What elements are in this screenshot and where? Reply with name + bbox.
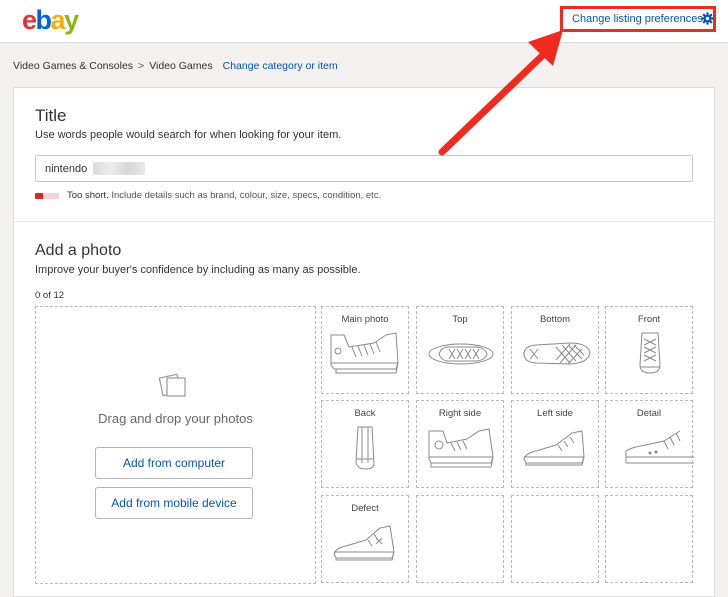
photo-description: Improve your buyer's confidence by inclu… — [35, 264, 361, 276]
breadcrumb-separator: > — [138, 60, 145, 72]
photo-slot-empty[interactable] — [416, 495, 504, 583]
ebay-logo[interactable]: ebay — [22, 5, 79, 35]
photo-slot-detail[interactable]: Detail — [605, 400, 694, 488]
breadcrumb: Video Games & Consoles > Video Games Change… — [13, 59, 338, 73]
sneaker-right-side-icon — [428, 428, 494, 468]
photo-heading: Add a photo — [35, 242, 122, 259]
breadcrumb-item-video-games-consoles[interactable]: Video Games & Consoles — [13, 60, 133, 72]
photo-slot-top[interactable]: Top — [416, 306, 504, 394]
change-category-link[interactable]: Change category or item — [223, 60, 338, 72]
photo-slot-empty[interactable] — [605, 495, 693, 583]
sneaker-left-side-icon — [523, 430, 585, 466]
sneaker-sole-icon — [523, 342, 591, 365]
title-heading: Title — [35, 106, 67, 125]
title-strength-meter-fill — [35, 193, 43, 199]
breadcrumb-item-video-games[interactable]: Video Games — [149, 60, 212, 72]
sneaker-front-icon — [639, 332, 661, 374]
photo-slot-right-side[interactable]: Right side — [416, 400, 504, 488]
photo-slot-bottom[interactable]: Bottom — [511, 306, 599, 394]
photo-slot-front[interactable]: Front — [605, 306, 693, 394]
title-strength-status: Too short. — [67, 190, 109, 201]
title-strength-message: Too short. Include details such as brand… — [67, 190, 381, 202]
photo-slot-left-side[interactable]: Left side — [511, 400, 599, 488]
title-description: Use words people would search for when l… — [35, 129, 342, 141]
sneaker-detail-icon — [625, 430, 694, 464]
photo-slot-main[interactable]: Main photo — [321, 306, 409, 394]
sneaker-side-icon — [330, 332, 399, 374]
add-from-mobile-button[interactable]: Add from mobile device — [95, 487, 253, 519]
title-strength-hint: Include details such as brand, colour, s… — [111, 190, 382, 201]
change-listing-preferences-link[interactable]: Change listing preferences — [572, 12, 703, 26]
photo-dropzone[interactable] — [35, 306, 316, 584]
gear-icon[interactable] — [701, 12, 714, 25]
sneaker-back-icon — [355, 426, 375, 470]
photo-count: 0 of 12 — [35, 290, 65, 301]
add-from-computer-button[interactable]: Add from computer — [95, 447, 253, 479]
section-divider — [14, 221, 714, 222]
sneaker-defect-icon — [333, 525, 395, 561]
photo-slot-back[interactable]: Back — [321, 400, 409, 488]
photo-slot-empty[interactable] — [511, 495, 599, 583]
photos-icon — [159, 373, 186, 397]
photo-slot-defect[interactable]: Defect — [321, 495, 409, 583]
sneaker-top-icon — [428, 343, 494, 365]
redacted-text — [93, 162, 145, 175]
drag-drop-text: Drag and drop your photos — [98, 411, 253, 426]
